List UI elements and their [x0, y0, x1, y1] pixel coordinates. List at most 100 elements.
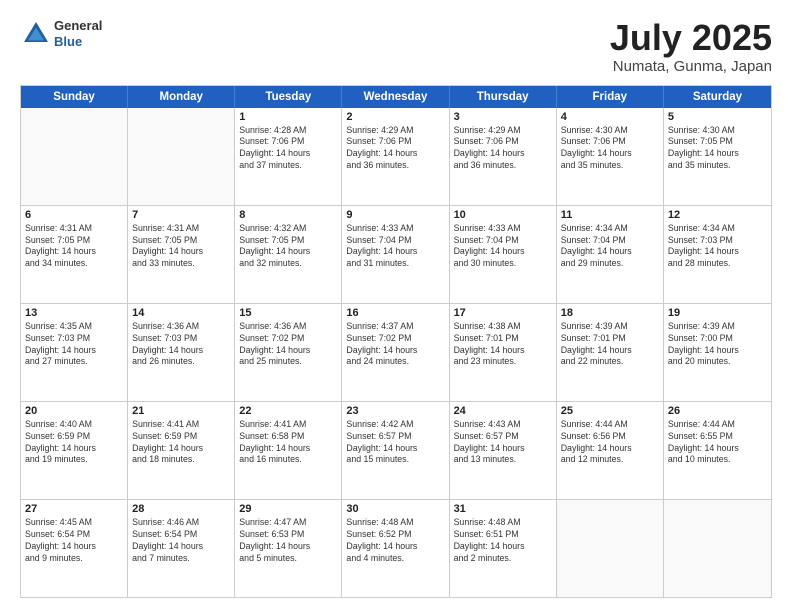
weekday-header: Friday	[557, 86, 664, 108]
calendar-day: 20Sunrise: 4:40 AM Sunset: 6:59 PM Dayli…	[21, 402, 128, 499]
empty-cell	[557, 500, 664, 597]
calendar-row: 27 Sunrise: 4:45 AM Sunset: 6:54 PM Dayli…	[21, 499, 771, 597]
day-number: 19	[668, 307, 767, 319]
calendar: SundayMondayTuesdayWednesdayThursdayFrid…	[20, 85, 772, 598]
calendar-row: 20Sunrise: 4:40 AM Sunset: 6:59 PM Dayli…	[21, 401, 771, 499]
calendar-day: 27 Sunrise: 4:45 AM Sunset: 6:54 PM Dayli…	[21, 500, 128, 597]
calendar-body: 1Sunrise: 4:28 AM Sunset: 7:06 PM Daylig…	[21, 108, 771, 597]
day-info: Sunrise: 4:30 AM Sunset: 7:06 PM Dayligh…	[561, 125, 659, 173]
day-number: 15	[239, 307, 337, 319]
day-info: Sunrise: 4:32 AM Sunset: 7:05 PM Dayligh…	[239, 223, 337, 271]
day-info: Sunrise: 4:44 AM Sunset: 6:56 PM Dayligh…	[561, 419, 659, 467]
calendar-day: 9 Sunrise: 4:33 AM Sunset: 7:04 PM Daylig…	[342, 206, 449, 303]
day-number: 8	[239, 209, 337, 221]
day-number: 9	[346, 209, 444, 221]
day-number: 7	[132, 209, 230, 221]
calendar-day: 16Sunrise: 4:37 AM Sunset: 7:02 PM Dayli…	[342, 304, 449, 401]
day-number: 27	[25, 503, 123, 515]
empty-cell	[21, 108, 128, 205]
day-info: Sunrise: 4:39 AM Sunset: 7:01 PM Dayligh…	[561, 321, 659, 369]
day-info: Sunrise: 4:45 AM Sunset: 6:54 PM Dayligh…	[25, 517, 123, 565]
day-number: 12	[668, 209, 767, 221]
day-info: Sunrise: 4:36 AM Sunset: 7:02 PM Dayligh…	[239, 321, 337, 369]
day-info: Sunrise: 4:44 AM Sunset: 6:55 PM Dayligh…	[668, 419, 767, 467]
day-info: Sunrise: 4:47 AM Sunset: 6:53 PM Dayligh…	[239, 517, 337, 565]
weekday-header: Thursday	[450, 86, 557, 108]
day-number: 16	[346, 307, 444, 319]
day-info: Sunrise: 4:34 AM Sunset: 7:04 PM Dayligh…	[561, 223, 659, 271]
day-number: 11	[561, 209, 659, 221]
day-number: 17	[454, 307, 552, 319]
day-number: 2	[346, 111, 444, 123]
calendar-day: 18Sunrise: 4:39 AM Sunset: 7:01 PM Dayli…	[557, 304, 664, 401]
logo-blue: Blue	[54, 34, 102, 50]
title-location: Numata, Gunma, Japan	[610, 58, 772, 75]
calendar-day: 7 Sunrise: 4:31 AM Sunset: 7:05 PM Daylig…	[128, 206, 235, 303]
weekday-header: Sunday	[21, 86, 128, 108]
day-number: 23	[346, 405, 444, 417]
day-number: 22	[239, 405, 337, 417]
calendar-day: 23 Sunrise: 4:42 AM Sunset: 6:57 PM Dayli…	[342, 402, 449, 499]
logo-general: General	[54, 18, 102, 34]
day-info: Sunrise: 4:35 AM Sunset: 7:03 PM Dayligh…	[25, 321, 123, 369]
weekday-header: Tuesday	[235, 86, 342, 108]
calendar-day: 30Sunrise: 4:48 AM Sunset: 6:52 PM Dayli…	[342, 500, 449, 597]
day-info: Sunrise: 4:29 AM Sunset: 7:06 PM Dayligh…	[454, 125, 552, 173]
calendar-day: 11 Sunrise: 4:34 AM Sunset: 7:04 PM Dayli…	[557, 206, 664, 303]
day-info: Sunrise: 4:48 AM Sunset: 6:51 PM Dayligh…	[454, 517, 552, 565]
day-number: 6	[25, 209, 123, 221]
weekday-header: Wednesday	[342, 86, 449, 108]
calendar-row: 1Sunrise: 4:28 AM Sunset: 7:06 PM Daylig…	[21, 108, 771, 205]
logo-text: General Blue	[54, 18, 102, 49]
calendar-day: 28 Sunrise: 4:46 AM Sunset: 6:54 PM Dayli…	[128, 500, 235, 597]
calendar-day: 2Sunrise: 4:29 AM Sunset: 7:06 PM Daylig…	[342, 108, 449, 205]
calendar-day: 24 Sunrise: 4:43 AM Sunset: 6:57 PM Dayli…	[450, 402, 557, 499]
day-info: Sunrise: 4:48 AM Sunset: 6:52 PM Dayligh…	[346, 517, 444, 565]
calendar-day: 12Sunrise: 4:34 AM Sunset: 7:03 PM Dayli…	[664, 206, 771, 303]
calendar-day: 17 Sunrise: 4:38 AM Sunset: 7:01 PM Dayli…	[450, 304, 557, 401]
calendar-day: 4Sunrise: 4:30 AM Sunset: 7:06 PM Daylig…	[557, 108, 664, 205]
day-info: Sunrise: 4:33 AM Sunset: 7:04 PM Dayligh…	[454, 223, 552, 271]
calendar-day: 10 Sunrise: 4:33 AM Sunset: 7:04 PM Dayli…	[450, 206, 557, 303]
calendar-day: 6 Sunrise: 4:31 AM Sunset: 7:05 PM Daylig…	[21, 206, 128, 303]
calendar-row: 13 Sunrise: 4:35 AM Sunset: 7:03 PM Dayli…	[21, 303, 771, 401]
title-month: July 2025	[610, 18, 772, 58]
logo-icon	[20, 18, 52, 50]
calendar-day: 22 Sunrise: 4:41 AM Sunset: 6:58 PM Dayli…	[235, 402, 342, 499]
day-info: Sunrise: 4:46 AM Sunset: 6:54 PM Dayligh…	[132, 517, 230, 565]
day-info: Sunrise: 4:42 AM Sunset: 6:57 PM Dayligh…	[346, 419, 444, 467]
calendar-day: 19 Sunrise: 4:39 AM Sunset: 7:00 PM Dayli…	[664, 304, 771, 401]
day-number: 25	[561, 405, 659, 417]
day-info: Sunrise: 4:43 AM Sunset: 6:57 PM Dayligh…	[454, 419, 552, 467]
day-number: 13	[25, 307, 123, 319]
weekday-header: Saturday	[664, 86, 771, 108]
day-number: 31	[454, 503, 552, 515]
calendar-day: 15 Sunrise: 4:36 AM Sunset: 7:02 PM Dayli…	[235, 304, 342, 401]
empty-cell	[128, 108, 235, 205]
day-number: 14	[132, 307, 230, 319]
day-number: 28	[132, 503, 230, 515]
day-number: 26	[668, 405, 767, 417]
day-info: Sunrise: 4:31 AM Sunset: 7:05 PM Dayligh…	[132, 223, 230, 271]
calendar-day: 29Sunrise: 4:47 AM Sunset: 6:53 PM Dayli…	[235, 500, 342, 597]
day-info: Sunrise: 4:30 AM Sunset: 7:05 PM Dayligh…	[668, 125, 767, 173]
day-number: 5	[668, 111, 767, 123]
day-number: 3	[454, 111, 552, 123]
empty-cell	[664, 500, 771, 597]
calendar-day: 25 Sunrise: 4:44 AM Sunset: 6:56 PM Dayli…	[557, 402, 664, 499]
title-block: July 2025 Numata, Gunma, Japan	[610, 18, 772, 75]
day-info: Sunrise: 4:28 AM Sunset: 7:06 PM Dayligh…	[239, 125, 337, 173]
calendar-day: 26 Sunrise: 4:44 AM Sunset: 6:55 PM Dayli…	[664, 402, 771, 499]
day-info: Sunrise: 4:38 AM Sunset: 7:01 PM Dayligh…	[454, 321, 552, 369]
day-info: Sunrise: 4:39 AM Sunset: 7:00 PM Dayligh…	[668, 321, 767, 369]
calendar-day: 31 Sunrise: 4:48 AM Sunset: 6:51 PM Dayli…	[450, 500, 557, 597]
day-number: 10	[454, 209, 552, 221]
calendar-day: 13 Sunrise: 4:35 AM Sunset: 7:03 PM Dayli…	[21, 304, 128, 401]
day-info: Sunrise: 4:33 AM Sunset: 7:04 PM Dayligh…	[346, 223, 444, 271]
day-info: Sunrise: 4:41 AM Sunset: 6:58 PM Dayligh…	[239, 419, 337, 467]
calendar-day: 5 Sunrise: 4:30 AM Sunset: 7:05 PM Daylig…	[664, 108, 771, 205]
day-info: Sunrise: 4:31 AM Sunset: 7:05 PM Dayligh…	[25, 223, 123, 271]
day-number: 21	[132, 405, 230, 417]
calendar-row: 6 Sunrise: 4:31 AM Sunset: 7:05 PM Daylig…	[21, 205, 771, 303]
day-number: 24	[454, 405, 552, 417]
